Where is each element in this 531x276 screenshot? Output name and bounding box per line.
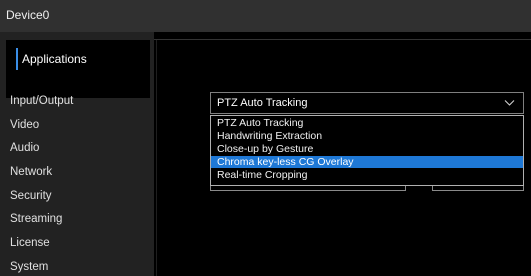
sidebar-item-system[interactable]: System	[10, 261, 48, 273]
application-dropdown-list: PTZ Auto Tracking Handwriting Extraction…	[210, 115, 524, 186]
sidebar-item-label: Applications	[22, 52, 87, 66]
panel-border	[156, 40, 157, 276]
active-indicator	[16, 48, 18, 70]
dropdown-option-ptz-auto-tracking[interactable]: PTZ Auto Tracking	[211, 117, 523, 129]
header-divider	[154, 39, 531, 40]
sidebar-item-streaming[interactable]: Streaming	[10, 213, 62, 225]
sidebar-item-video[interactable]: Video	[10, 119, 39, 131]
dropdown-option-chroma-key-less-cg-overlay[interactable]: Chroma key-less CG Overlay	[211, 156, 523, 168]
application-select[interactable]: PTZ Auto Tracking	[210, 92, 524, 114]
sidebar: Applications Input/Output Video Audio Ne…	[0, 32, 154, 276]
main-panel: PTZ Auto Tracking PTZ Auto Tracking Hand…	[154, 32, 531, 276]
dropdown-option-handwriting-extraction[interactable]: Handwriting Extraction	[211, 130, 523, 142]
sidebar-item-security[interactable]: Security	[10, 190, 52, 202]
application-select-value: PTZ Auto Tracking	[217, 97, 308, 109]
dropdown-option-real-time-cropping[interactable]: Real-time Cropping	[211, 169, 523, 181]
sidebar-item-applications[interactable]: Applications	[6, 40, 150, 98]
sidebar-item-network[interactable]: Network	[10, 166, 52, 178]
sidebar-item-license[interactable]: License	[10, 237, 50, 249]
dropdown-option-close-up-by-gesture[interactable]: Close-up by Gesture	[211, 143, 523, 155]
title-bar: Device0	[0, 0, 531, 32]
sidebar-item-input-output[interactable]: Input/Output	[10, 95, 73, 107]
sidebar-item-audio[interactable]: Audio	[10, 142, 39, 154]
chevron-down-icon	[504, 100, 515, 106]
window-title: Device0	[6, 8, 50, 22]
